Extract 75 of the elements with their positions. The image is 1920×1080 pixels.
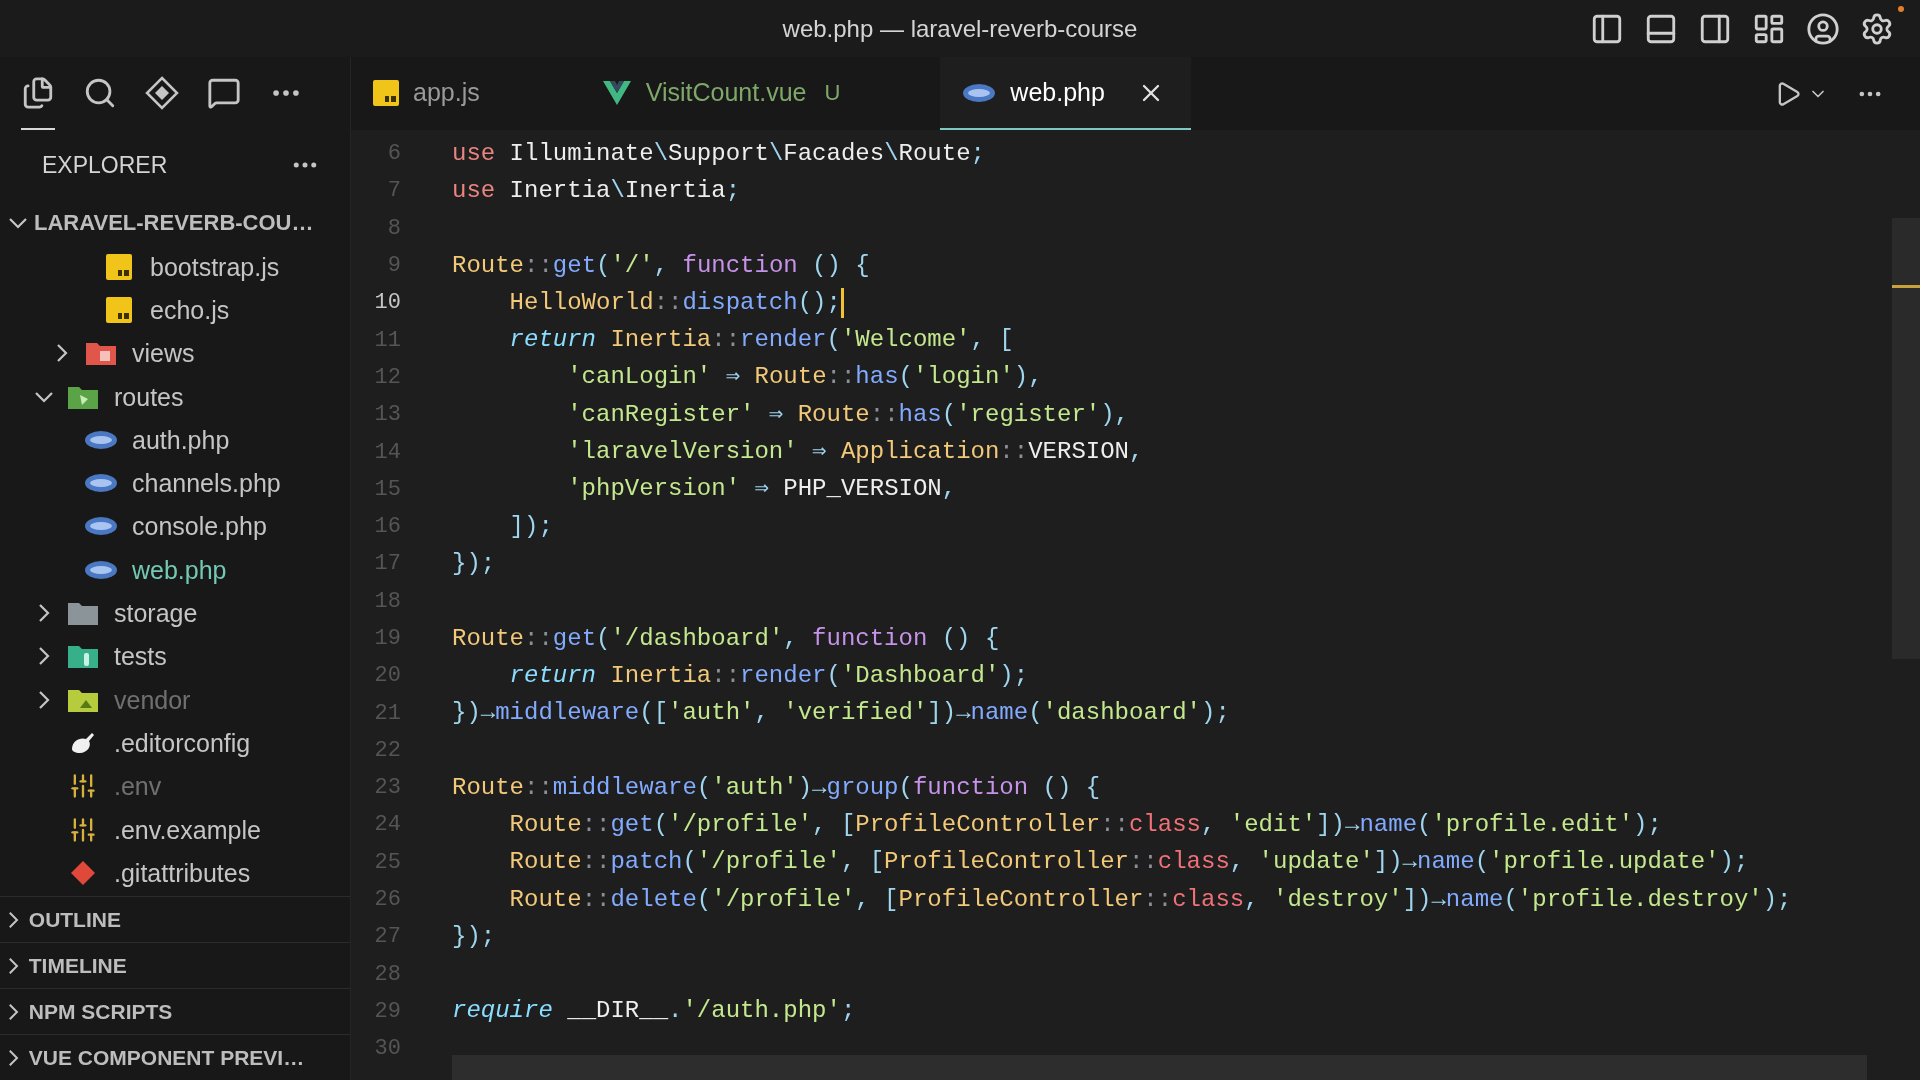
- code-line: });: [452, 921, 496, 952]
- sidebar-title: EXPLORER: [42, 150, 168, 180]
- tree-item[interactable]: auth.php: [0, 418, 350, 462]
- code-line: Route::get('/', function () {: [452, 250, 870, 281]
- js-file-icon: [106, 296, 132, 323]
- change-marker: [1892, 285, 1920, 288]
- tree-item[interactable]: .env.example: [0, 807, 350, 852]
- scrollbar-thumb[interactable]: [1892, 218, 1920, 659]
- vue-file-icon: [601, 79, 632, 106]
- tree-item[interactable]: routes: [0, 374, 350, 419]
- chevron-down-icon: [34, 390, 54, 403]
- code-line: Route::middleware('auth')→group(function () {: [452, 772, 1101, 803]
- tree-item[interactable]: web.php: [0, 548, 350, 592]
- code-line: return Inertia::render('Dashboard');: [508, 660, 1029, 691]
- panel-header[interactable]: NPM SCRIPTS: [0, 988, 350, 1034]
- js-file-icon: [373, 79, 399, 106]
- sliders-icon: [69, 815, 97, 844]
- code-line: use Inertia\Inertia;: [452, 175, 741, 206]
- chevron-right-icon: [38, 689, 50, 710]
- chevron-down-icon: [8, 216, 28, 229]
- php-file-icon: [962, 82, 997, 103]
- tree-item[interactable]: storage: [0, 591, 350, 635]
- panel-header[interactable]: OUTLINE: [0, 896, 350, 942]
- text-cursor: [840, 287, 844, 318]
- php-file-icon: [84, 516, 118, 537]
- editor-tab[interactable]: VisitCount.vue U: [579, 57, 941, 130]
- chevron-right-icon: [8, 1048, 19, 1067]
- code-line: Route::get('/profile', [ProfileController::class, 'edit'])→name('profile.edit');: [508, 810, 1662, 840]
- settings-icon[interactable]: [1860, 11, 1894, 46]
- tree-item[interactable]: vendor: [0, 677, 350, 722]
- chevron-right-icon: [8, 910, 19, 929]
- code-line: })→middleware(['auth', 'verified'])→name('dashboard');: [452, 698, 1230, 729]
- panel-header[interactable]: VUE COMPONENT PREVI…: [0, 1034, 350, 1080]
- tree-item[interactable]: .editorconfig: [0, 721, 350, 765]
- php-file-icon: [84, 473, 118, 494]
- line-number: 10: [373, 289, 401, 318]
- code-line: Route::get('/dashboard', function () {: [452, 623, 1000, 654]
- git-file-icon: [69, 858, 97, 887]
- files-icon[interactable]: [21, 75, 55, 110]
- chevron-right-icon: [56, 343, 68, 364]
- code-line: });: [452, 548, 496, 579]
- code-line: return Inertia::render('Welcome', [: [508, 325, 1014, 356]
- tree-item[interactable]: tests: [0, 634, 350, 678]
- code-line: use Illuminate\Support\Facades\Route;: [452, 138, 985, 169]
- js-file-icon: [106, 253, 132, 280]
- code-line: require __DIR__.'/auth.php';: [452, 996, 856, 1027]
- php-file-icon: [84, 429, 118, 450]
- tree-item[interactable]: .env: [0, 764, 350, 808]
- code-line: 'phpVersion' ⇒ PHP_VERSION,: [566, 474, 957, 505]
- code-line: Route::patch('/profile', [ProfileController::class, 'update'])→name('profile.update');: [508, 847, 1749, 878]
- editor-tab[interactable]: app.js: [351, 57, 580, 130]
- code-line: 'laravelVersion' ⇒ Application::VERSION,: [566, 437, 1144, 467]
- account-icon[interactable]: [1806, 11, 1840, 46]
- chevron-right-icon: [38, 603, 50, 623]
- chevron-right-icon: [38, 646, 50, 667]
- diamond-icon[interactable]: [145, 75, 179, 110]
- sliders-icon: [69, 772, 97, 801]
- window-title: web.php — laravel-reverb-course: [782, 13, 1138, 44]
- panel-header[interactable]: TIMELINE: [0, 942, 350, 988]
- tree-item[interactable]: views: [0, 331, 350, 375]
- code-line: HelloWorld::dispatch();: [452, 284, 844, 321]
- tree-item[interactable]: .gitattributes: [0, 851, 350, 895]
- editor-tab[interactable]: web.php: [940, 57, 1191, 130]
- tree-item[interactable]: console.php: [0, 504, 350, 549]
- php-file-icon: [84, 559, 118, 580]
- git-status-label: U: [824, 79, 841, 107]
- code-line: 'canLogin' ⇒ Route::has('login'),: [566, 362, 1043, 393]
- chevron-right-icon: [8, 1002, 19, 1021]
- code-line: ]);: [508, 511, 553, 542]
- code-line: Route::delete('/profile', [ProfileController::class, 'destroy'])→name('profile.destroy');: [508, 884, 1792, 915]
- code-line: 'canRegister' ⇒ Route::has('register'),: [566, 399, 1129, 430]
- tree-item[interactable]: channels.php: [0, 461, 350, 505]
- chevron-right-icon: [8, 956, 19, 975]
- tree-item[interactable]: bootstrap.js: [0, 245, 350, 289]
- tree-item[interactable]: echo.js: [0, 288, 350, 332]
